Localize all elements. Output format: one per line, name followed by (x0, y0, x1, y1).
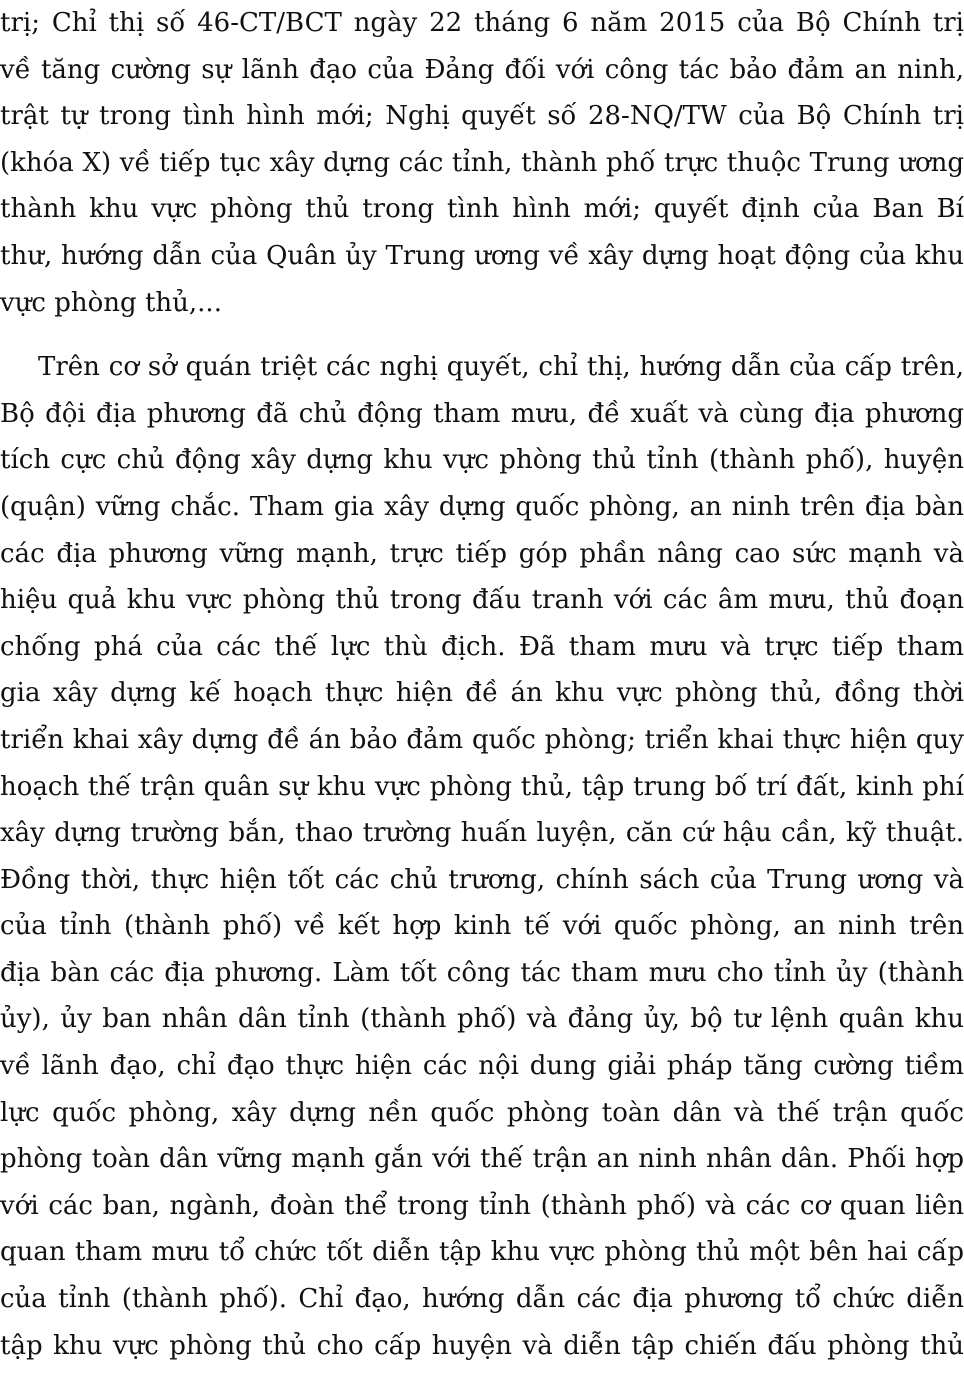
text-line: hiệu quả khu vực phòng thủ trong đấu tra… (0, 585, 964, 616)
text-line: về lãnh đạo, chỉ đạo thực hiện các nội d… (0, 1051, 964, 1082)
text-line: vực phòng thủ,... (0, 287, 222, 318)
text-line: thành khu vực phòng thủ trong tình hình … (0, 194, 964, 225)
text-line: xây dựng trường bắn, thao trường huấn lu… (0, 818, 964, 849)
text-line: với các ban, ngành, đoàn thể trong tỉnh … (0, 1190, 964, 1221)
text-line: trật tự trong tình hình mới; Nghị quyết … (0, 101, 964, 132)
text-line: quan tham mưu tổ chức tốt diễn tập khu v… (0, 1237, 964, 1268)
text-line: của tỉnh (thành phố). Chỉ đạo, hướng dẫn… (0, 1284, 964, 1315)
text-line: trị; Chỉ thị số 46-CT/BCT ngày 22 tháng … (0, 8, 964, 38)
text-line: địa bàn các địa phương. Làm tốt công tác… (0, 957, 964, 988)
text-line: tập khu vực phòng thủ cho cấp huyện và d… (0, 1330, 964, 1361)
paragraph-2: Trên cơ sở quán triệt các nghị quyết, ch… (0, 344, 964, 1369)
paragraph-1: trị; Chỉ thị số 46-CT/BCT ngày 22 tháng … (0, 0, 964, 326)
text-line: tích cực chủ động xây dựng khu vực phòng… (0, 445, 964, 476)
text-line: chống phá của các thế lực thù địch. Đã t… (0, 631, 964, 662)
text-line: ủy), ủy ban nhân dân tỉnh (thành phố) và… (0, 1004, 964, 1035)
text-line: (quận) vững chắc. Tham gia xây dựng quốc… (0, 491, 964, 522)
text-line: thư, hướng dẫn của Quân ủy Trung ương về… (0, 240, 964, 271)
text-line: hoạch thế trận quân sự khu vực phòng thủ… (0, 771, 964, 802)
text-line: triển khai xây dựng đề án bảo đảm quốc p… (0, 724, 964, 755)
text-line: về tăng cường sự lãnh đạo của Đảng đối v… (0, 54, 964, 85)
text-line: Đồng thời, thực hiện tốt các chủ trương,… (0, 864, 964, 895)
text-line: Bộ đội địa phương đã chủ động tham mưu, … (0, 398, 964, 429)
text-line: phòng toàn dân vững mạnh gắn với thế trậ… (0, 1144, 964, 1175)
text-line: các địa phương vững mạnh, trực tiếp góp … (0, 538, 964, 569)
text-line: lực quốc phòng, xây dựng nền quốc phòng … (0, 1097, 964, 1128)
text-line: (khóa X) về tiếp tục xây dựng các tỉnh, … (0, 147, 964, 178)
document-page: trị; Chỉ thị số 46-CT/BCT ngày 22 tháng … (0, 0, 964, 1375)
text-line: của tỉnh (thành phố) về kết hợp kinh tế … (0, 911, 964, 942)
text-line: Trên cơ sở quán triệt các nghị quyết, ch… (38, 352, 964, 383)
text-line: gia xây dựng kế hoạch thực hiện đề án kh… (0, 678, 964, 709)
